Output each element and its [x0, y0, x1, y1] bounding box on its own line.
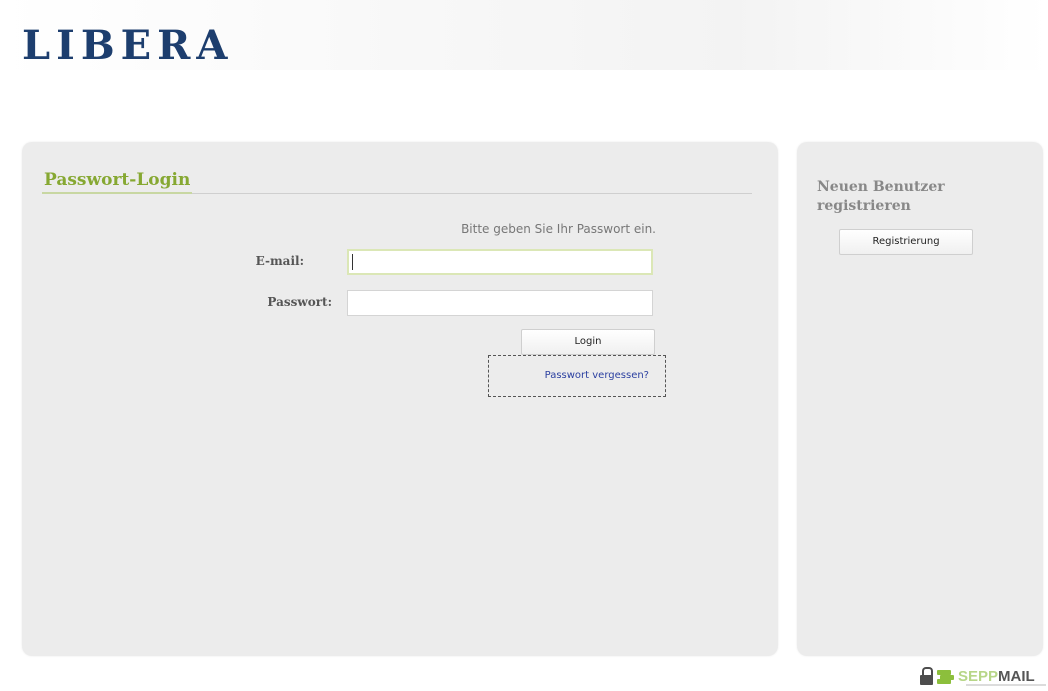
login-panel: Passwort-Login Bitte geben Sie Ihr Passw…	[22, 142, 778, 656]
forgot-password-focus-box: Passwort vergessen?	[488, 355, 666, 397]
libera-logo: LIBERA	[22, 22, 234, 69]
text-cursor	[352, 254, 353, 270]
seppmail-logo: SEPP MAIL	[920, 665, 1046, 687]
forgot-password-link[interactable]: Passwort vergessen?	[489, 370, 649, 381]
brand-dark-text: MAIL	[998, 667, 1035, 685]
register-panel-title: Neuen Benutzer registrieren	[817, 179, 945, 214]
register-panel: Neuen Benutzer registrieren Registrierun…	[797, 142, 1043, 656]
brand-light-text: SEPP	[958, 667, 999, 685]
login-button[interactable]: Login	[521, 329, 655, 355]
title-divider-accent	[42, 192, 192, 194]
brand-tagline	[966, 684, 1046, 686]
password-field[interactable]	[347, 290, 653, 316]
email-label: E-mail:	[255, 254, 304, 268]
register-button[interactable]: Registrierung	[839, 229, 973, 255]
stack-icon	[937, 668, 955, 684]
lock-icon	[920, 667, 934, 685]
login-panel-title: Passwort-Login	[44, 170, 191, 190]
password-label: Passwort:	[267, 295, 332, 309]
login-instruction: Bitte geben Sie Ihr Passwort ein.	[461, 222, 656, 236]
email-field[interactable]	[347, 249, 653, 275]
